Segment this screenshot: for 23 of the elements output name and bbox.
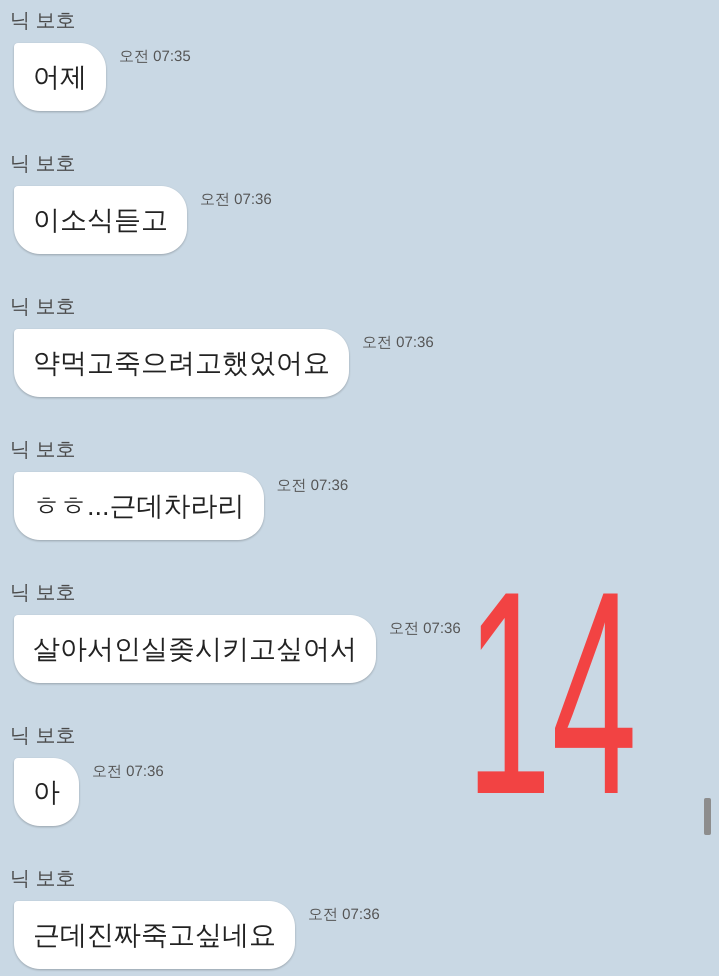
sender-name: 닉 보호 <box>10 9 76 34</box>
message-bubble: 어제 <box>14 43 106 111</box>
message-time: 오전 07:36 <box>362 333 434 353</box>
message-bubble: ㅎㅎ...근데차라리 <box>14 472 264 540</box>
handwritten-number: 14 <box>466 548 637 838</box>
message-time: 오전 07:36 <box>276 476 348 496</box>
sender-name: 닉 보호 <box>10 867 76 892</box>
message-bubble: 아 <box>14 758 79 826</box>
message-time: 오전 07:36 <box>200 190 272 210</box>
message-bubble: 이소식듣고 <box>14 186 187 254</box>
message-bubble: 약먹고죽으려고했었어요 <box>14 329 349 397</box>
message-bubble: 근데진짜죽고싶네요 <box>14 901 295 969</box>
sender-name: 닉 보호 <box>10 295 76 320</box>
message-time: 오전 07:36 <box>389 619 461 639</box>
scrollbar-thumb <box>704 798 711 835</box>
message-time: 오전 07:36 <box>308 905 380 925</box>
sender-name: 닉 보호 <box>10 438 76 463</box>
sender-name: 닉 보호 <box>10 152 76 177</box>
message-bubble: 살아서인실좆시키고싶어서 <box>14 615 376 683</box>
sender-name: 닉 보호 <box>10 581 76 606</box>
message-time: 오전 07:35 <box>119 47 191 67</box>
message-time: 오전 07:36 <box>92 762 164 782</box>
sender-name: 닉 보호 <box>10 724 76 749</box>
